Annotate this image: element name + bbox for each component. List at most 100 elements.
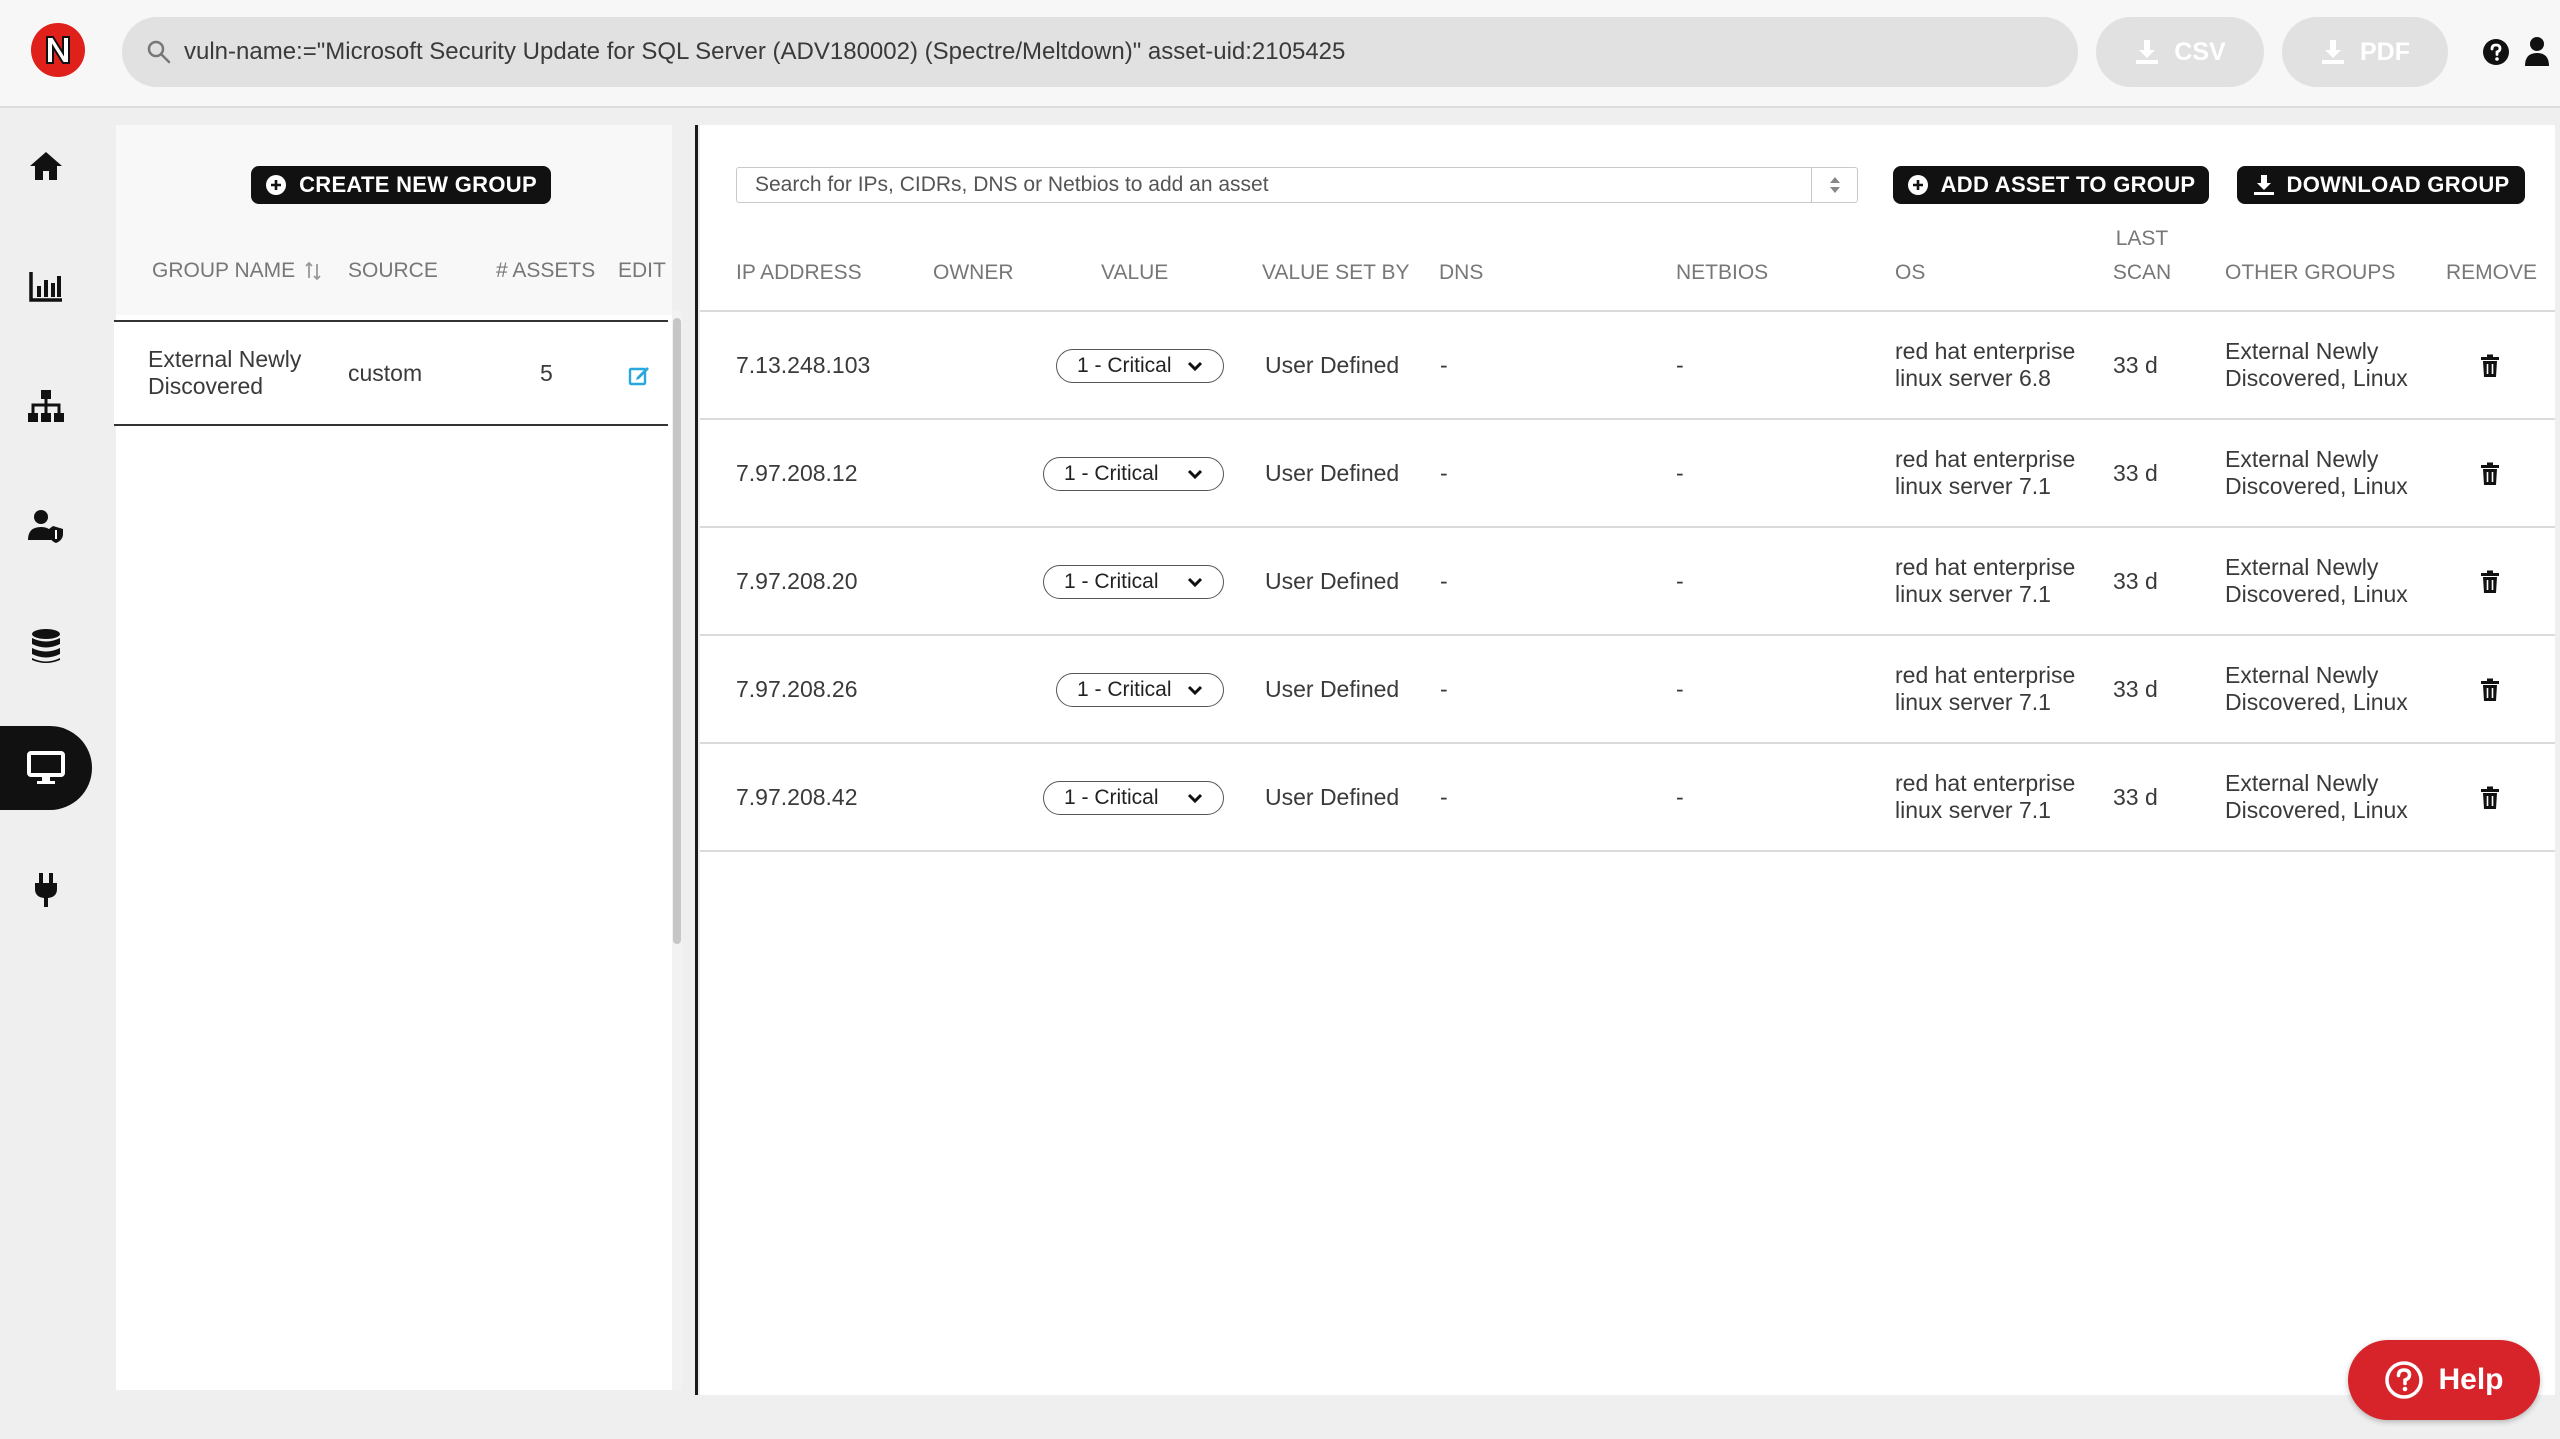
trash-icon[interactable] <box>2480 354 2500 378</box>
add-asset-label: ADD ASSET TO GROUP <box>1940 172 2196 197</box>
nav-users[interactable] <box>0 484 92 568</box>
asset-netbios: - <box>1676 568 1684 594</box>
up-down-arrows-icon <box>1829 177 1840 193</box>
create-group-button[interactable]: CREATE NEW GROUP <box>251 166 551 204</box>
owner-header[interactable]: OWNER <box>933 259 1014 286</box>
asset-last-scan: 33 d <box>2113 784 2158 810</box>
asset-netbios: - <box>1676 352 1684 378</box>
sort-icon <box>305 262 321 281</box>
remove-header: REMOVE <box>2446 261 2538 284</box>
asset-dns: - <box>1440 460 1448 486</box>
asset-value-set-by: User Defined <box>1265 352 1400 378</box>
source-header: SOURCE <box>348 259 438 282</box>
asset-ip: 7.97.208.42 <box>736 784 858 810</box>
asset-dns: - <box>1440 784 1448 810</box>
asset-row[interactable]: 7.13.248.103 1 - Critical User Defined - - re… <box>700 312 2555 420</box>
csv-export-button[interactable]: CSV <box>2096 17 2264 87</box>
netbios-header[interactable]: NETBIOS <box>1676 259 1768 286</box>
help-label: Help <box>2438 1363 2504 1396</box>
download-group-button[interactable]: DOWNLOAD GROUP <box>2237 166 2525 204</box>
nav-home[interactable] <box>0 124 92 208</box>
question-circle-icon[interactable] <box>2482 38 2510 66</box>
dns-header[interactable]: DNS <box>1439 259 1483 286</box>
global-search[interactable]: vuln-name:="Microsoft Security Update fo… <box>122 17 2078 87</box>
question-circle-icon <box>2385 1361 2424 1399</box>
home-icon <box>30 152 62 180</box>
nav-assets[interactable] <box>0 726 92 810</box>
download-group-label: DOWNLOAD GROUP <box>2286 172 2510 197</box>
ip-address-header[interactable]: IP ADDRESS <box>736 259 862 286</box>
chevron-down-icon <box>1187 685 1203 696</box>
asset-row[interactable]: 7.97.208.26 1 - Critical User Defined - - red… <box>700 636 2555 744</box>
edit-icon[interactable] <box>628 364 650 386</box>
trash-icon[interactable] <box>2480 786 2500 810</box>
nav-reports[interactable] <box>0 244 92 328</box>
asset-dns: - <box>1440 352 1448 378</box>
csv-label: CSV <box>2174 37 2226 66</box>
user-shield-icon <box>28 510 63 543</box>
nav-integrations[interactable] <box>0 848 92 932</box>
logo-icon <box>33 25 83 75</box>
groups-scrollbar-thumb[interactable] <box>673 318 681 944</box>
plus-circle-icon <box>1907 175 1928 195</box>
asset-last-scan: 33 d <box>2113 568 2158 594</box>
asset-search-dropdown[interactable] <box>1811 168 1857 202</box>
asset-search[interactable] <box>736 167 1858 203</box>
asset-other-groups: External Newly Discovered, Linux <box>2225 338 2408 391</box>
asset-netbios: - <box>1676 784 1684 810</box>
trash-icon[interactable] <box>2480 462 2500 486</box>
value-set-by-header[interactable]: VALUE SET BY <box>1262 259 1409 286</box>
asset-value-select[interactable]: 1 - Critical <box>1043 457 1224 491</box>
trash-icon[interactable] <box>2480 570 2500 594</box>
panel-divider <box>695 125 698 1395</box>
asset-other-groups: External Newly Discovered, Linux <box>2225 446 2408 499</box>
asset-value-select[interactable]: 1 - Critical <box>1056 349 1224 383</box>
desktop-icon <box>27 751 65 784</box>
user-icon[interactable] <box>2524 36 2550 66</box>
value-header[interactable]: VALUE <box>1101 259 1168 286</box>
last-scan-header[interactable]: LAST SCAN <box>2112 225 2172 286</box>
chart-icon <box>29 272 62 302</box>
asset-ip: 7.97.208.20 <box>736 568 858 594</box>
add-asset-to-group-button[interactable]: ADD ASSET TO GROUP <box>1893 166 2209 204</box>
asset-netbios: - <box>1676 460 1684 486</box>
group-row[interactable]: External Newly Discovered custom 5 <box>114 320 668 426</box>
nav-network[interactable] <box>0 364 92 448</box>
download-icon <box>2253 175 2274 195</box>
asset-value-select[interactable]: 1 - Critical <box>1056 673 1224 707</box>
asset-row[interactable]: 7.97.208.12 1 - Critical User Defined - - red… <box>700 420 2555 528</box>
chevron-down-icon <box>1187 793 1203 804</box>
edit-header: EDIT <box>618 259 666 282</box>
download-icon <box>2322 40 2344 64</box>
asset-row[interactable]: 7.97.208.42 1 - Critical User Defined - - red… <box>700 744 2555 852</box>
other-groups-header[interactable]: OTHER GROUPS <box>2225 259 2395 286</box>
download-icon <box>2136 40 2159 64</box>
asset-ip: 7.97.208.12 <box>736 460 858 486</box>
group-asset-count: 5 <box>540 360 553 386</box>
asset-value-select[interactable]: 1 - Critical <box>1043 565 1224 599</box>
groups-header: CREATE NEW GROUP GROUP NAME SOURCE # ASS… <box>116 125 672 315</box>
asset-row[interactable]: 7.97.208.20 1 - Critical User Defined - - red… <box>700 528 2555 636</box>
groups-panel: CREATE NEW GROUP GROUP NAME SOURCE # ASS… <box>114 125 672 1390</box>
assets-panel: ADD ASSET TO GROUP DOWNLOAD GROUP IP ADD… <box>700 125 2555 1395</box>
help-button[interactable]: Help <box>2348 1340 2540 1420</box>
asset-value-set-by: User Defined <box>1265 568 1400 594</box>
create-group-label: CREATE NEW GROUP <box>299 172 537 197</box>
group-name-header[interactable]: GROUP NAME <box>152 259 321 283</box>
asset-last-scan: 33 d <box>2113 460 2158 486</box>
asset-value-select[interactable]: 1 - Critical <box>1043 781 1224 815</box>
group-source: custom <box>348 360 423 386</box>
app-logo[interactable] <box>31 23 85 77</box>
pdf-label: PDF <box>2360 37 2410 66</box>
asset-os: red hat enterprise linux server 6.8 <box>1895 338 2076 391</box>
chevron-down-icon <box>1187 469 1203 480</box>
asset-dns: - <box>1440 676 1448 702</box>
os-header[interactable]: OS <box>1895 259 1925 286</box>
asset-search-input[interactable] <box>737 168 1819 202</box>
trash-icon[interactable] <box>2480 678 2500 702</box>
pdf-export-button[interactable]: PDF <box>2282 17 2448 87</box>
asset-os: red hat enterprise linux server 7.1 <box>1895 662 2076 715</box>
search-query[interactable]: vuln-name:="Microsoft Security Update fo… <box>184 17 1345 87</box>
nav-data[interactable] <box>0 604 92 688</box>
asset-os: red hat enterprise linux server 7.1 <box>1895 446 2076 499</box>
